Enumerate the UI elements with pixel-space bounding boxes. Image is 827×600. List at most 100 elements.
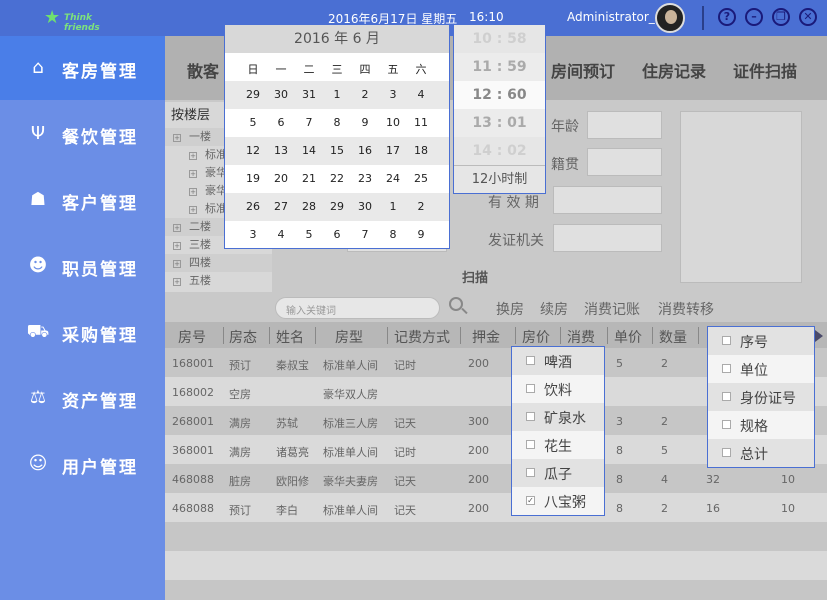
calendar-day[interactable]: 29 xyxy=(323,193,351,221)
calendar-day[interactable]: 6 xyxy=(323,221,351,249)
time-option[interactable]: 10 : 58 xyxy=(454,25,545,53)
calendar-day[interactable]: 1 xyxy=(379,193,407,221)
calendar-day[interactable]: 25 xyxy=(407,165,435,193)
checkbox[interactable] xyxy=(526,440,535,449)
calendar-day[interactable]: 8 xyxy=(379,221,407,249)
calendar-day[interactable]: 13 xyxy=(267,137,295,165)
table-row-empty[interactable] xyxy=(165,580,827,600)
sidebar-item-staff[interactable]: ☻ 职员管理 xyxy=(0,234,165,298)
dropdown-option[interactable]: 序号 xyxy=(708,327,814,355)
tree-item[interactable]: + 五楼 xyxy=(165,272,272,290)
calendar-day[interactable]: 15 xyxy=(323,137,351,165)
dropdown-option[interactable]: 单位 xyxy=(708,355,814,383)
dropdown-option[interactable]: 花生 xyxy=(512,431,604,459)
checkbox-checked[interactable]: ✓ xyxy=(526,496,535,505)
origin-field[interactable] xyxy=(587,148,662,176)
checkbox[interactable] xyxy=(722,364,731,373)
calendar-day[interactable]: 1 xyxy=(323,81,351,109)
calendar-day[interactable]: 9 xyxy=(407,221,435,249)
checkbox[interactable] xyxy=(722,420,731,429)
sidebar-item-purchasing[interactable]: ⛟ 采购管理 xyxy=(0,300,165,364)
checkbox[interactable] xyxy=(526,412,535,421)
valid-period-field[interactable] xyxy=(553,186,662,214)
tree-item[interactable]: + 四楼 xyxy=(165,254,272,272)
calendar-day[interactable]: 11 xyxy=(407,109,435,137)
calendar-day[interactable]: 4 xyxy=(407,81,435,109)
calendar-day[interactable]: 18 xyxy=(407,137,435,165)
col-consumption[interactable]: 消费 xyxy=(567,327,595,347)
calendar-day[interactable]: 3 xyxy=(239,221,267,249)
col-quantity[interactable]: 数量 xyxy=(659,327,687,347)
time-option-selected[interactable]: 12 : 60 xyxy=(454,81,545,109)
calendar-day[interactable]: 12 xyxy=(239,137,267,165)
charge-button[interactable]: 消费记账 xyxy=(584,299,640,319)
tab-id-scan[interactable]: 证件扫描 xyxy=(733,58,797,82)
calendar-day[interactable]: 3 xyxy=(379,81,407,109)
time-option[interactable]: 13 : 01 xyxy=(454,109,545,137)
scroll-right-icon[interactable] xyxy=(815,330,823,342)
calendar-day[interactable]: 2 xyxy=(407,193,435,221)
table-row-empty[interactable] xyxy=(165,551,827,580)
calendar-day[interactable]: 16 xyxy=(351,137,379,165)
calendar-day[interactable]: 14 xyxy=(295,137,323,165)
calendar-day[interactable]: 5 xyxy=(239,109,267,137)
time-option[interactable]: 11 : 59 xyxy=(454,53,545,81)
calendar-day[interactable]: 7 xyxy=(295,109,323,137)
transfer-button[interactable]: 消费转移 xyxy=(658,299,714,319)
change-room-button[interactable]: 换房 xyxy=(496,299,524,319)
search-input[interactable]: 输入关键词 xyxy=(275,297,440,319)
calendar-day[interactable]: 5 xyxy=(295,221,323,249)
scan-button[interactable]: 扫描 xyxy=(462,267,488,286)
tab-walk-in[interactable]: 散客 xyxy=(187,58,219,82)
col-billing[interactable]: 记费方式 xyxy=(394,327,450,347)
calendar-day[interactable]: 21 xyxy=(295,165,323,193)
calendar-day[interactable]: 17 xyxy=(379,137,407,165)
sidebar-item-catering[interactable]: Ψ 餐饮管理 xyxy=(0,102,165,166)
current-time[interactable]: 16:10 xyxy=(469,10,504,24)
12-hour-toggle[interactable]: 12小时制 xyxy=(454,165,545,193)
calendar-day[interactable]: 23 xyxy=(351,165,379,193)
tab-room-booking[interactable]: 房间预订 xyxy=(551,58,615,82)
table-row[interactable]: 468088 预订 李白 标准单人间 记天 200 8 2 16 10 xyxy=(165,493,827,522)
calendar-day[interactable]: 19 xyxy=(239,165,267,193)
col-deposit[interactable]: 押金 xyxy=(472,327,500,347)
sidebar-item-assets[interactable]: ⚖ 资产管理 xyxy=(0,366,165,430)
sidebar-item-room-management[interactable]: ⌂ 客房管理 xyxy=(0,36,165,100)
calendar-day[interactable]: 31 xyxy=(295,81,323,109)
calendar-day[interactable]: 20 xyxy=(267,165,295,193)
col-status[interactable]: 房态 xyxy=(229,327,257,347)
calendar-day[interactable]: 7 xyxy=(351,221,379,249)
checkbox[interactable] xyxy=(722,392,731,401)
dropdown-option[interactable]: 规格 xyxy=(708,411,814,439)
col-name[interactable]: 姓名 xyxy=(276,327,304,347)
calendar-day[interactable]: 26 xyxy=(239,193,267,221)
calendar-day[interactable]: 9 xyxy=(351,109,379,137)
age-field[interactable] xyxy=(587,111,662,139)
calendar-day[interactable]: 28 xyxy=(295,193,323,221)
calendar-day[interactable]: 30 xyxy=(267,81,295,109)
help-button[interactable]: ? xyxy=(718,8,736,26)
calendar-day[interactable]: 10 xyxy=(379,109,407,137)
calendar-day[interactable]: 8 xyxy=(323,109,351,137)
dropdown-option[interactable]: 饮料 xyxy=(512,375,604,403)
calendar-day[interactable]: 2 xyxy=(351,81,379,109)
calendar-day[interactable]: 22 xyxy=(323,165,351,193)
checkbox[interactable] xyxy=(526,468,535,477)
time-option[interactable]: 14 : 02 xyxy=(454,137,545,165)
search-icon[interactable] xyxy=(449,297,469,317)
dropdown-option[interactable]: 矿泉水 xyxy=(512,403,604,431)
calendar-day[interactable]: 29 xyxy=(239,81,267,109)
issuer-field[interactable] xyxy=(553,224,662,252)
checkbox[interactable] xyxy=(722,448,731,457)
dropdown-option[interactable]: 啤酒 xyxy=(512,347,604,375)
col-room[interactable]: 房号 xyxy=(178,327,206,347)
calendar-day[interactable]: 24 xyxy=(379,165,407,193)
dropdown-option[interactable]: ✓ 八宝粥 xyxy=(512,487,604,515)
col-type[interactable]: 房型 xyxy=(335,327,363,347)
checkbox[interactable] xyxy=(526,384,535,393)
col-unit-price[interactable]: 单价 xyxy=(614,327,642,347)
dropdown-option[interactable]: 身份证号 xyxy=(708,383,814,411)
col-price[interactable]: 房价 xyxy=(522,327,550,347)
calendar-day[interactable]: 30 xyxy=(351,193,379,221)
calendar-month-header[interactable]: 2016 年 6 月 xyxy=(225,25,449,53)
